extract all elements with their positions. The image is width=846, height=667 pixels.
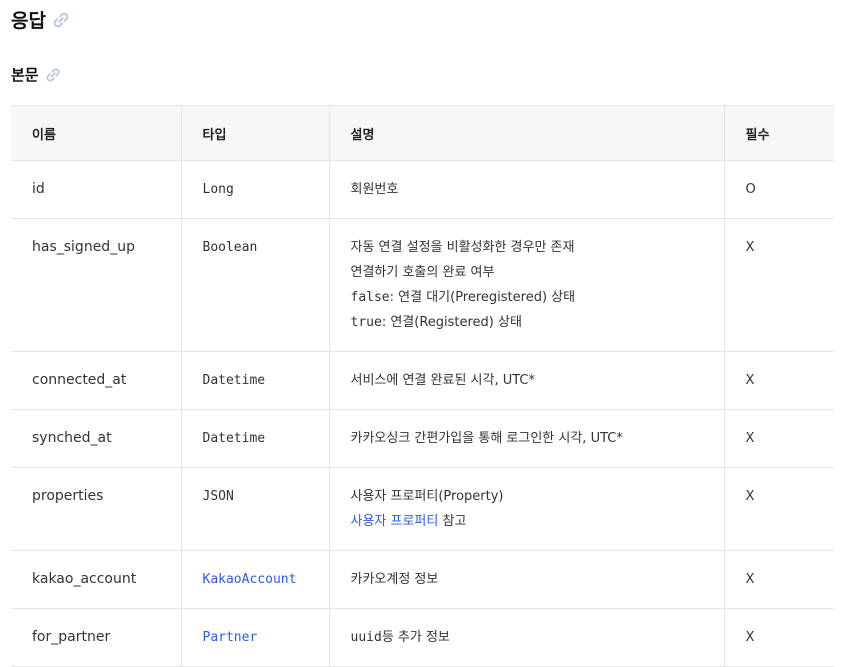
subsection-title-text: 본문 — [11, 66, 39, 84]
field-name: connected_at — [11, 351, 181, 410]
header-name: 이름 — [11, 105, 181, 161]
code-uuid: uuid — [350, 630, 382, 645]
code-false: false — [350, 290, 390, 305]
field-description: 카카오싱크 간편가입을 통해 로그인한 시각, UTC* — [328, 409, 724, 468]
response-body-table: 이름 타입 설명 필수 id Long 회원번호 O has_signed_up… — [11, 105, 834, 667]
kakao-account-type-link[interactable]: KakaoAccount — [203, 572, 297, 587]
table-row: for_partner Partner uuid등 추가 정보 X — [11, 608, 834, 667]
link-icon[interactable] — [45, 67, 61, 83]
field-description: 카카오계정 정보 — [328, 550, 724, 609]
field-required: X — [723, 409, 834, 468]
field-type: Long — [180, 160, 329, 219]
field-required: X — [723, 351, 834, 410]
field-name: id — [11, 160, 181, 219]
field-description: 서비스에 연결 완료된 시각, UTC* — [328, 351, 724, 410]
field-type: Boolean — [180, 218, 329, 352]
description-line: 사용자 프로퍼티(Property) — [350, 489, 504, 504]
field-description: 회원번호 — [328, 160, 724, 219]
description-text: 등 추가 정보 — [381, 630, 450, 645]
field-type: KakaoAccount — [180, 550, 329, 609]
field-required: X — [723, 550, 834, 609]
field-description: 사용자 프로퍼티(Property) 사용자 프로퍼티 참고 — [328, 467, 724, 551]
field-name: kakao_account — [11, 550, 181, 609]
description-text: 참고 — [438, 514, 467, 529]
table-row: has_signed_up Boolean 자동 연결 설정을 비활성화한 경우… — [11, 218, 834, 352]
header-type: 타입 — [180, 105, 329, 161]
description-text: : 연결 대기(Preregistered) 상태 — [389, 290, 576, 305]
field-name: synched_at — [11, 409, 181, 468]
field-description: 자동 연결 설정을 비활성화한 경우만 존재 연결하기 호출의 완료 여부 fa… — [328, 218, 724, 352]
field-required: X — [723, 218, 834, 352]
description-line: 연결하기 호출의 완료 여부 — [350, 265, 495, 280]
table-row: synched_at Datetime 카카오싱크 간편가입을 통해 로그인한 … — [11, 409, 834, 468]
field-description: uuid등 추가 정보 — [328, 608, 724, 667]
code-true: true — [350, 315, 382, 330]
field-name: has_signed_up — [11, 218, 181, 352]
description-line: 자동 연결 설정을 비활성화한 경우만 존재 — [350, 240, 575, 255]
field-required: X — [723, 467, 834, 551]
description-line: true: 연결(Registered) 상태 — [351, 310, 724, 335]
table-row: connected_at Datetime 서비스에 연결 완료된 시각, UT… — [11, 351, 834, 410]
field-name: properties — [11, 467, 181, 551]
field-required: X — [723, 608, 834, 667]
table-row: id Long 회원번호 O — [11, 160, 834, 219]
description-line: false: 연결 대기(Preregistered) 상태 — [351, 285, 724, 310]
table-header-row: 이름 타입 설명 필수 — [11, 105, 834, 161]
link-icon[interactable] — [52, 11, 70, 29]
header-required: 필수 — [723, 105, 834, 161]
field-type: Partner — [180, 608, 329, 667]
partner-type-link[interactable]: Partner — [203, 630, 258, 645]
header-description: 설명 — [328, 105, 724, 161]
field-type: Datetime — [180, 351, 329, 410]
subsection-title: 본문 — [11, 64, 61, 85]
table-row: properties JSON 사용자 프로퍼티(Property) 사용자 프… — [11, 467, 834, 551]
field-required: O — [723, 160, 834, 219]
table-row: kakao_account KakaoAccount 카카오계정 정보 X — [11, 550, 834, 609]
field-type: JSON — [180, 467, 329, 551]
field-type: Datetime — [180, 409, 329, 468]
description-text: : 연결(Registered) 상태 — [381, 315, 522, 330]
description-line: 사용자 프로퍼티 참고 — [351, 509, 724, 534]
section-title: 응답 — [11, 6, 70, 33]
user-property-link[interactable]: 사용자 프로퍼티 — [351, 514, 439, 529]
section-title-text: 응답 — [11, 10, 46, 32]
field-name: for_partner — [11, 608, 181, 667]
